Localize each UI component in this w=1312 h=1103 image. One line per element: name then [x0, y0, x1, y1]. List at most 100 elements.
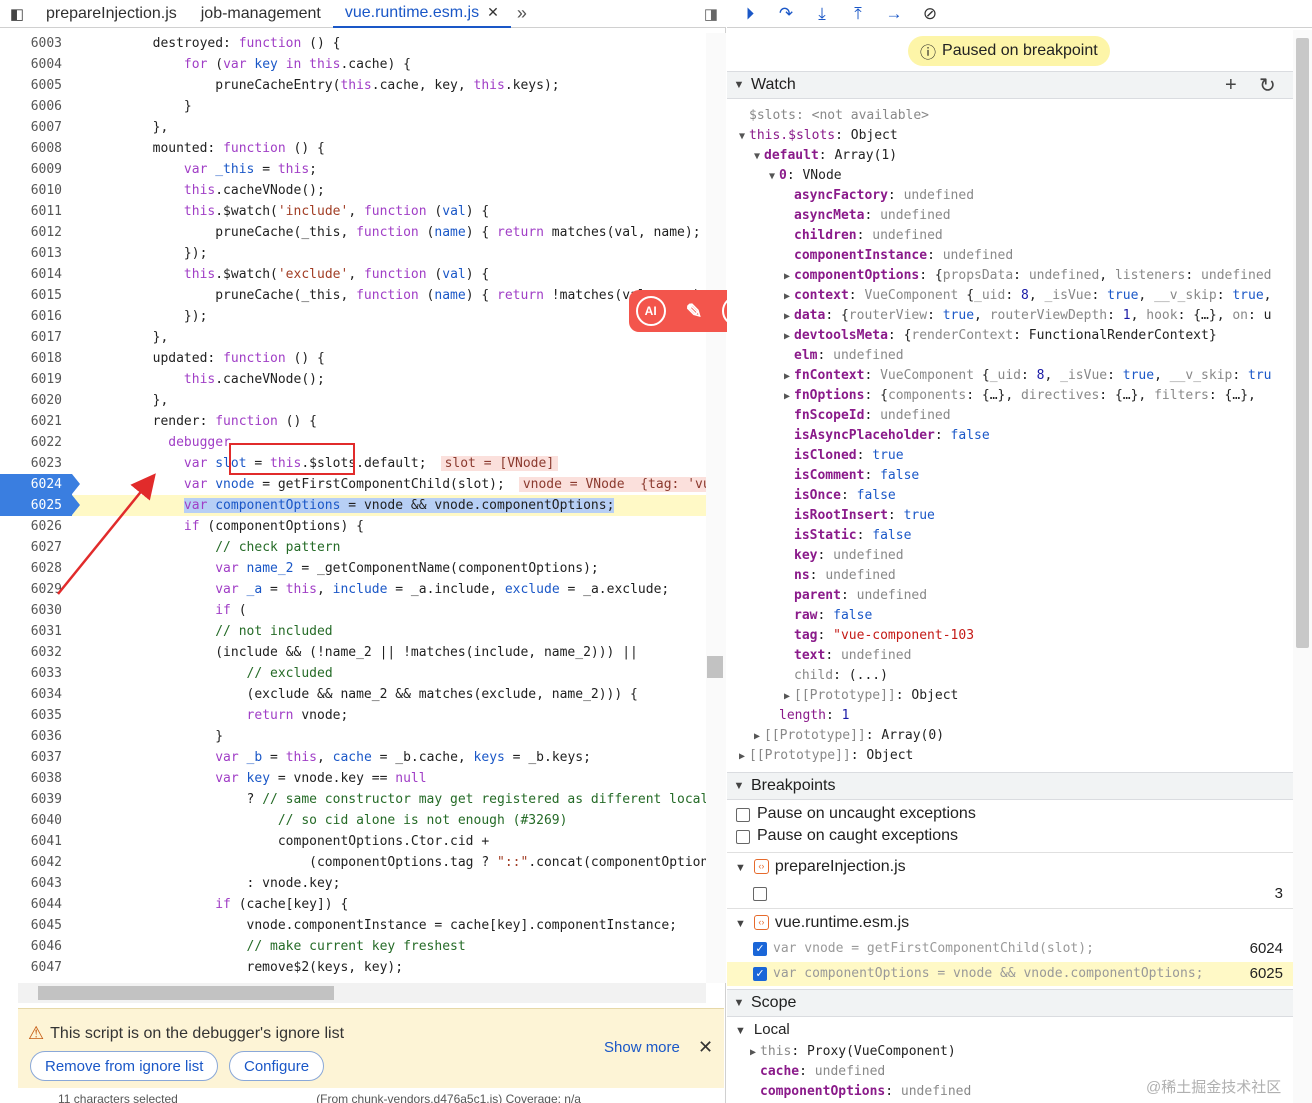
section-title: Watch	[751, 76, 796, 93]
tree-row[interactable]: ▶ data: {routerView: true, routerViewDept…	[727, 306, 1293, 326]
breakpoint-code: var vnode = getFirstComponentChild(slot)…	[773, 941, 1094, 956]
tree-row-text: key: undefined	[794, 548, 904, 563]
tree-row-text: isRootInsert: true	[794, 508, 935, 523]
tree-row: elm: undefined	[727, 346, 1293, 366]
breakpoint-file-prepare-injection[interactable]: ▼ ‹› prepareInjection.js	[735, 858, 906, 876]
magic-wand-icon[interactable]: ✎	[679, 296, 709, 326]
tree-row[interactable]: ▶ fnContext: VueComponent {_uid: 8, _isVu…	[727, 366, 1293, 386]
tree-row[interactable]: ▶ [[Prototype]]: Object	[727, 746, 1293, 766]
breakpoint-file-vue-runtime[interactable]: ▼ ‹› vue.runtime.esm.js	[735, 914, 909, 932]
breakpoint-checkbox[interactable]: ✓	[753, 942, 767, 956]
breakpoints-section-header[interactable]: ▼ Breakpoints	[727, 772, 1293, 800]
expand-down-icon[interactable]: ▼	[735, 127, 749, 146]
ai-icon[interactable]: AI	[635, 296, 666, 326]
breakpoint-row-active[interactable]: var componentOptions = vnode && vnode.co…	[727, 962, 1293, 986]
divider	[727, 852, 1293, 853]
tree-row-text: text: undefined	[794, 648, 912, 663]
tree-row[interactable]: ▼ default: Array(1)	[727, 146, 1293, 166]
scope-local-label: Local	[753, 1021, 790, 1038]
file-icon: ‹›	[753, 915, 769, 931]
scope-local-header[interactable]: ▼ Local	[735, 1021, 790, 1038]
collapse-triangle-icon: ▼	[733, 79, 745, 91]
expand-down-icon[interactable]: ▼	[750, 147, 764, 166]
tree-row-text: 0: VNode	[779, 168, 842, 183]
breakpoint-row[interactable]: 3	[727, 882, 1293, 906]
tree-row: asyncFactory: undefined	[727, 186, 1293, 206]
refresh-watch-icon[interactable]: ↻	[1259, 73, 1276, 98]
tree-row[interactable]: ▶ this: Proxy(VueComponent)	[727, 1042, 1293, 1062]
tree-row: key: undefined	[727, 546, 1293, 566]
divider	[727, 908, 1293, 909]
expand-right-icon[interactable]: ▶	[780, 387, 794, 406]
tree-row-text: componentOptions: {propsData: undefined,…	[794, 268, 1272, 283]
expand-down-icon[interactable]: ▼	[765, 167, 779, 186]
tree-row[interactable]: ▶ fnOptions: {components: {…}, directives…	[727, 386, 1293, 406]
tree-row-text: asyncMeta: undefined	[794, 208, 951, 223]
tree-row-text: devtoolsMeta: {renderContext: Functional…	[794, 328, 1217, 343]
tree-row-text: componentOptions: undefined	[760, 1084, 972, 1099]
tree-row-text: isOnce: false	[794, 488, 896, 503]
tree-row-text: data: {routerView: true, routerViewDepth…	[794, 308, 1272, 323]
collapse-triangle-icon: ▼	[735, 918, 746, 930]
tree-row-text: context: VueComponent {_uid: 8, _isVue: …	[794, 288, 1272, 303]
debugger-sidebar: ⏵ ↷ ⤓ ⤒ → ⊘ ⓘ Paused on breakpoint ▼ Wat…	[727, 0, 1312, 1103]
breakpoint-line-number: 6024	[1249, 940, 1283, 957]
tree-row: asyncMeta: undefined	[727, 206, 1293, 226]
expand-right-icon[interactable]: ▶	[750, 727, 764, 746]
debugger-toolbar: ⏵ ↷ ⤓ ⤒ → ⊘	[727, 0, 1312, 28]
resume-icon[interactable]: ⏵	[739, 4, 761, 24]
file-name: prepareInjection.js	[774, 858, 906, 875]
pause-caught-checkbox[interactable]	[736, 830, 750, 844]
expand-right-icon[interactable]: ▶	[780, 307, 794, 326]
tree-row: isRootInsert: true	[727, 506, 1293, 526]
tree-row-text: fnContext: VueComponent {_uid: 8, _isVue…	[794, 368, 1272, 383]
expand-right-icon[interactable]: ▶	[780, 327, 794, 346]
tree-row[interactable]: ▶ context: VueComponent {_uid: 8, _isVue:…	[727, 286, 1293, 306]
tree-row-text: isCloned: true	[794, 448, 904, 463]
expand-right-icon[interactable]: ▶	[780, 287, 794, 306]
tree-row: isAsyncPlaceholder: false	[727, 426, 1293, 446]
tree-row-text: componentInstance: undefined	[794, 248, 1014, 263]
tree-row-text: isComment: false	[794, 468, 920, 483]
tree-row[interactable]: ▶ componentOptions: {propsData: undefined…	[727, 266, 1293, 286]
tree-row[interactable]: ▼ 0: VNode	[727, 166, 1293, 186]
tree-row[interactable]: ▼ this.$slots: Object	[727, 126, 1293, 146]
add-watch-icon[interactable]: +	[1225, 74, 1237, 97]
expand-right-icon[interactable]: ▶	[780, 687, 794, 706]
tree-row-text: isStatic: false	[794, 528, 912, 543]
step-over-icon[interactable]: ↷	[775, 4, 797, 24]
tree-row[interactable]: ▶ devtoolsMeta: {renderContext: Functiona…	[727, 326, 1293, 346]
expand-right-icon[interactable]: ▶	[780, 267, 794, 286]
tree-row[interactable]: ▶ [[Prototype]]: Array(0)	[727, 726, 1293, 746]
deactivate-breakpoints-icon[interactable]: ⊘	[919, 4, 941, 24]
tree-row: raw: false	[727, 606, 1293, 626]
breakpoint-row[interactable]: var vnode = getFirstComponentChild(slot)…	[727, 937, 1293, 961]
scope-section-header[interactable]: ▼ Scope	[727, 989, 1293, 1017]
sidebar-scroll-thumb[interactable]	[1296, 38, 1309, 648]
expand-right-icon[interactable]: ▶	[746, 1043, 760, 1062]
expand-right-icon[interactable]: ▶	[780, 367, 794, 386]
collapse-triangle-icon: ▼	[735, 1025, 746, 1037]
expand-right-icon[interactable]: ▶	[735, 747, 749, 766]
tree-row-text: elm: undefined	[794, 348, 904, 363]
pause-caught-label: Pause on caught exceptions	[757, 827, 959, 844]
tree-row-text: raw: false	[794, 608, 873, 623]
step-out-icon[interactable]: ⤒	[847, 4, 869, 24]
info-icon: ⓘ	[920, 45, 937, 62]
watch-section-header[interactable]: ▼ Watch + ↻	[727, 71, 1293, 99]
tree-row: tag: "vue-component-103	[727, 626, 1293, 646]
tree-row-text: tag: "vue-component-103	[794, 628, 975, 643]
tree-row: child: (...)	[727, 666, 1293, 686]
step-into-icon[interactable]: ⤓	[811, 4, 833, 24]
tree-row[interactable]: ▶ [[Prototype]]: Object	[727, 686, 1293, 706]
tree-row-text: fnOptions: {components: {…}, directives:…	[794, 388, 1256, 403]
tree-row: parent: undefined	[727, 586, 1293, 606]
pause-uncaught-checkbox[interactable]	[736, 808, 750, 822]
tree-row-text: this: Proxy(VueComponent)	[760, 1044, 956, 1059]
breakpoint-checkbox[interactable]: ✓	[753, 967, 767, 981]
watermark: @稀土掘金技术社区	[1146, 1079, 1282, 1096]
file-icon: ‹›	[753, 859, 769, 875]
tree-row: text: undefined	[727, 646, 1293, 666]
section-title: Breakpoints	[751, 777, 836, 794]
step-icon[interactable]: →	[883, 4, 905, 24]
